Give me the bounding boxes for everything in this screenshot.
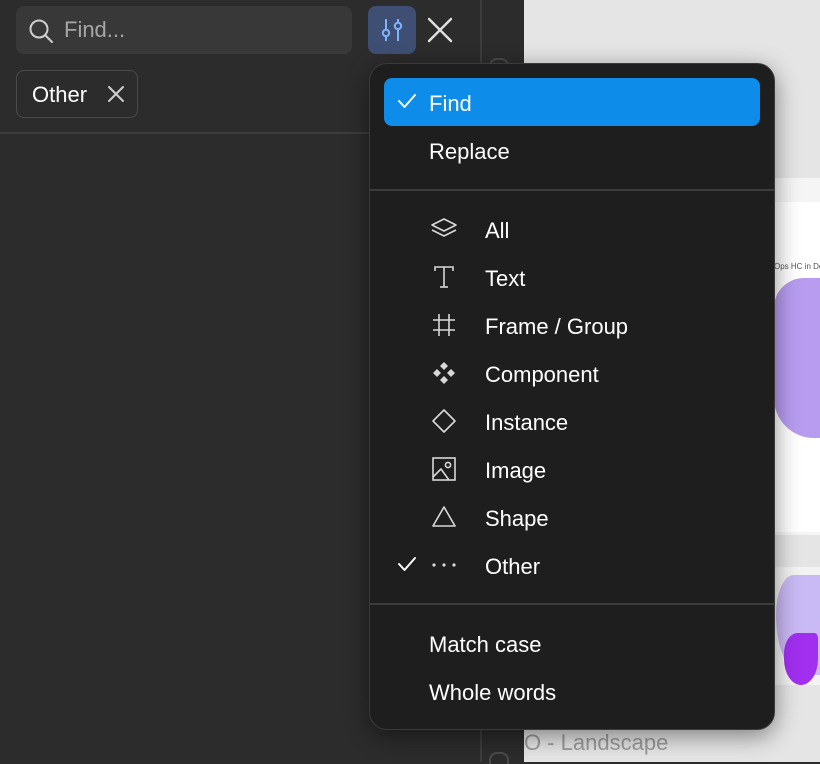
menu-item-label: Shape xyxy=(485,506,549,531)
check-icon xyxy=(398,94,416,108)
shape-icon xyxy=(432,506,456,527)
text-icon xyxy=(434,266,454,288)
check-icon xyxy=(398,557,416,571)
menu-item-label: Find xyxy=(429,91,472,116)
find-options-menu: Find Replace All Text Frame / Group Comp… xyxy=(369,63,775,730)
canvas-frame[interactable]: Ops HC in Des xyxy=(774,178,820,535)
menu-item-find[interactable]: Find xyxy=(384,78,760,126)
menu-item-label: Component xyxy=(485,362,599,387)
menu-item-instance[interactable]: Instance xyxy=(370,397,774,445)
frame-label[interactable]: O - Landscape xyxy=(524,730,668,756)
menu-item-label: Replace xyxy=(429,139,510,164)
search-icon xyxy=(29,19,53,43)
menu-item-label: Text xyxy=(485,266,526,291)
menu-item-label: All xyxy=(485,218,510,243)
component-icon xyxy=(433,362,455,384)
remove-filter-icon[interactable] xyxy=(106,84,126,104)
filter-settings-button[interactable] xyxy=(368,6,416,54)
layers-icon xyxy=(431,218,457,237)
close-icon[interactable] xyxy=(424,14,456,46)
map-highlight xyxy=(784,633,818,685)
menu-item-label: Frame / Group xyxy=(485,314,629,339)
sliders-icon xyxy=(381,19,403,41)
image-icon xyxy=(432,457,456,481)
menu-item-label: Match case xyxy=(429,632,542,657)
menu-item-label: Whole words xyxy=(429,680,557,705)
filter-chip-other[interactable]: Other xyxy=(16,70,138,118)
menu-item-component[interactable]: Component xyxy=(370,349,774,397)
menu-item-replace[interactable]: Replace xyxy=(370,126,774,174)
menu-divider xyxy=(370,189,774,191)
canvas-frame[interactable] xyxy=(774,567,820,685)
frame-caption: Ops HC in Des xyxy=(774,262,820,271)
menu-item-all[interactable]: All xyxy=(370,205,774,253)
menu-item-label: Other xyxy=(485,554,541,579)
menu-item-frame-group[interactable]: Frame / Group xyxy=(370,301,774,349)
menu-item-other[interactable]: Other xyxy=(370,541,774,589)
resize-handle[interactable] xyxy=(489,752,509,764)
menu-item-image[interactable]: Image xyxy=(370,445,774,493)
more-icon xyxy=(432,563,456,567)
search-input[interactable] xyxy=(64,6,344,54)
menu-item-label: Instance xyxy=(485,410,569,435)
menu-item-text[interactable]: Text xyxy=(370,253,774,301)
menu-item-whole-words[interactable]: Whole words xyxy=(370,667,774,715)
menu-item-label: Image xyxy=(485,458,547,483)
filter-chip-label: Other xyxy=(32,82,88,107)
menu-item-shape[interactable]: Shape xyxy=(370,493,774,541)
menu-divider xyxy=(370,603,774,605)
search-box[interactable] xyxy=(16,6,352,54)
map-shape xyxy=(774,278,820,438)
instance-icon xyxy=(432,409,456,433)
frame-icon xyxy=(433,314,455,336)
menu-item-match-case[interactable]: Match case xyxy=(370,619,774,667)
